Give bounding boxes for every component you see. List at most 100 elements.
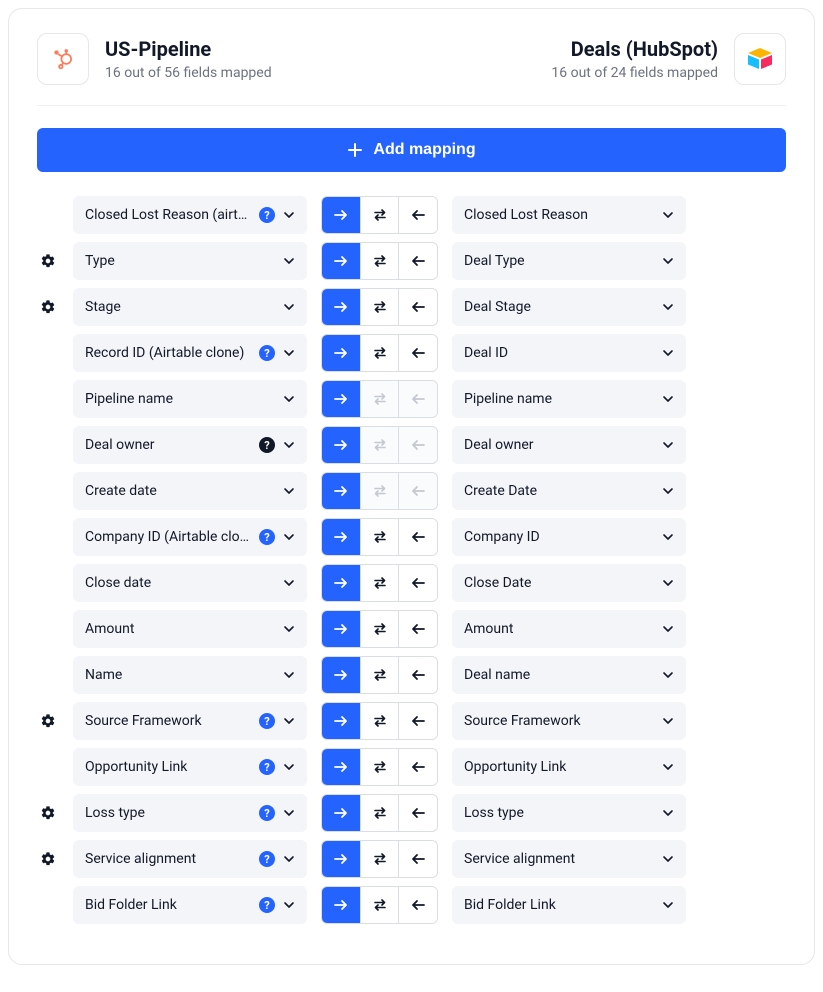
source-field-select[interactable]: Source Framework?	[73, 702, 307, 740]
source-field-select[interactable]: Bid Folder Link?	[73, 886, 307, 924]
direction-both-button[interactable]	[360, 657, 399, 693]
chevron-down-icon	[662, 255, 674, 267]
direction-left-button[interactable]	[398, 565, 437, 601]
source-field-select[interactable]: Service alignment?	[73, 840, 307, 878]
target-field-select[interactable]: Opportunity Link	[452, 748, 686, 786]
gear-icon[interactable]	[40, 253, 56, 269]
source-field-select[interactable]: Loss type?	[73, 794, 307, 832]
source-field-select[interactable]: Create date	[73, 472, 307, 510]
target-field-select[interactable]: Deal name	[452, 656, 686, 694]
target-field-label: Amount	[464, 621, 654, 637]
info-badge-icon: ?	[259, 851, 275, 867]
gear-icon[interactable]	[40, 713, 56, 729]
target-field-select[interactable]: Amount	[452, 610, 686, 648]
source-field-label: Deal owner	[85, 437, 253, 453]
source-field-select[interactable]: Close date	[73, 564, 307, 602]
direction-both-button[interactable]	[360, 565, 399, 601]
source-field-select[interactable]: Closed Lost Reason (airtable …?	[73, 196, 307, 234]
gear-icon[interactable]	[40, 299, 56, 315]
direction-both-button[interactable]	[360, 289, 399, 325]
mapping-row: Record ID (Airtable clone)? Deal ID	[37, 334, 786, 372]
direction-right-button[interactable]	[322, 197, 360, 233]
direction-right-button[interactable]	[322, 611, 360, 647]
direction-right-button[interactable]	[322, 289, 360, 325]
direction-both-button[interactable]	[360, 795, 399, 831]
target-field-label: Source Framework	[464, 713, 654, 729]
direction-right-button[interactable]	[322, 749, 360, 785]
direction-both-button[interactable]	[360, 749, 399, 785]
direction-right-button[interactable]	[322, 381, 360, 417]
direction-right-button[interactable]	[322, 243, 360, 279]
direction-right-button[interactable]	[322, 473, 360, 509]
mapping-card: US-Pipeline 16 out of 56 fields mapped D…	[8, 8, 815, 965]
direction-right-button[interactable]	[322, 795, 360, 831]
add-mapping-button[interactable]: Add mapping	[37, 128, 786, 172]
direction-both-button[interactable]	[360, 197, 399, 233]
target-field-select[interactable]: Service alignment	[452, 840, 686, 878]
direction-left-button[interactable]	[398, 335, 437, 371]
direction-toggle	[321, 242, 438, 280]
direction-left-button[interactable]	[398, 749, 437, 785]
direction-both-button[interactable]	[360, 335, 399, 371]
gear-icon[interactable]	[40, 851, 56, 867]
target-field-select[interactable]: Company ID	[452, 518, 686, 556]
direction-both-button[interactable]	[360, 519, 399, 555]
direction-right-button[interactable]	[322, 657, 360, 693]
source-field-select[interactable]: Record ID (Airtable clone)?	[73, 334, 307, 372]
target-field-select[interactable]: Deal owner	[452, 426, 686, 464]
direction-left-button[interactable]	[398, 795, 437, 831]
direction-both-button[interactable]	[360, 887, 399, 923]
direction-right-button[interactable]	[322, 703, 360, 739]
gear-icon[interactable]	[40, 805, 56, 821]
source-field-select[interactable]: Opportunity Link?	[73, 748, 307, 786]
target-field-label: Deal owner	[464, 437, 654, 453]
mapping-row: Closed Lost Reason (airtable …? Closed Lo…	[37, 196, 786, 234]
direction-right-button[interactable]	[322, 427, 360, 463]
source-field-select[interactable]: Stage	[73, 288, 307, 326]
direction-toggle	[321, 426, 438, 464]
target-field-select[interactable]: Close Date	[452, 564, 686, 602]
direction-right-button[interactable]	[322, 565, 360, 601]
direction-right-button[interactable]	[322, 335, 360, 371]
direction-left-button[interactable]	[398, 703, 437, 739]
direction-left-button[interactable]	[398, 289, 437, 325]
source-field-select[interactable]: Pipeline name	[73, 380, 307, 418]
gear-slot	[37, 805, 59, 821]
gear-slot	[37, 253, 59, 269]
direction-both-button[interactable]	[360, 703, 399, 739]
direction-left-button[interactable]	[398, 887, 437, 923]
direction-left-button[interactable]	[398, 197, 437, 233]
direction-left-button[interactable]	[398, 657, 437, 693]
target-field-select[interactable]: Source Framework	[452, 702, 686, 740]
target-field-select[interactable]: Bid Folder Link	[452, 886, 686, 924]
source-field-select[interactable]: Name	[73, 656, 307, 694]
source-field-select[interactable]: Amount	[73, 610, 307, 648]
direction-left-button[interactable]	[398, 611, 437, 647]
chevron-down-icon	[662, 577, 674, 589]
direction-right-button[interactable]	[322, 887, 360, 923]
mapping-row: Deal owner?Deal owner	[37, 426, 786, 464]
target-field-select[interactable]: Deal Stage	[452, 288, 686, 326]
direction-both-button[interactable]	[360, 243, 399, 279]
direction-right-button[interactable]	[322, 519, 360, 555]
direction-left-button[interactable]	[398, 841, 437, 877]
target-field-select[interactable]: Deal Type	[452, 242, 686, 280]
direction-toggle	[321, 288, 438, 326]
source-field-select[interactable]: Company ID (Airtable clone)?	[73, 518, 307, 556]
direction-both-button[interactable]	[360, 611, 399, 647]
target-field-select[interactable]: Pipeline name	[452, 380, 686, 418]
direction-left-button[interactable]	[398, 243, 437, 279]
target-field-select[interactable]: Deal ID	[452, 334, 686, 372]
direction-both-button[interactable]	[360, 841, 399, 877]
target-field-select[interactable]: Closed Lost Reason	[452, 196, 686, 234]
source-field-select[interactable]: Deal owner?	[73, 426, 307, 464]
target-field-select[interactable]: Create Date	[452, 472, 686, 510]
direction-right-button[interactable]	[322, 841, 360, 877]
source-field-select[interactable]: Type	[73, 242, 307, 280]
source-field-label: Loss type	[85, 805, 253, 821]
source-subtitle: 16 out of 56 fields mapped	[105, 65, 272, 81]
direction-left-button[interactable]	[398, 519, 437, 555]
target-field-select[interactable]: Loss type	[452, 794, 686, 832]
gear-slot	[37, 851, 59, 867]
info-badge-icon: ?	[259, 759, 275, 775]
